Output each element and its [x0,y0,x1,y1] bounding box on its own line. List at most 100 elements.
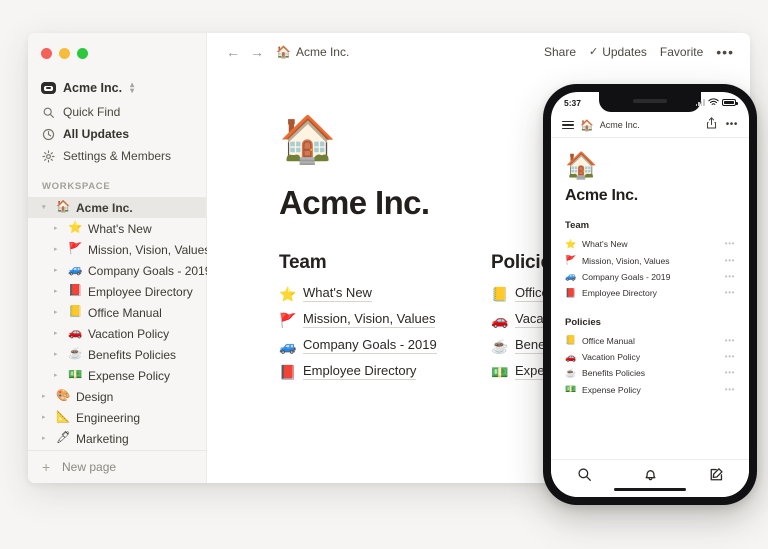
sidebar-page-design[interactable]: ▸ 🎨 Design [28,386,206,407]
page-emoji: 🚙 [279,337,297,354]
page-emoji: 🚩 [279,311,297,328]
chevron-right-icon[interactable]: ▸ [54,246,62,253]
forward-button[interactable]: → [245,45,269,59]
phone-screen: 5:37 🏠 Acme Inc. ••• 🏠 Acme Inc. Team ⭐ … [551,92,749,497]
sidebar-page-acme-inc[interactable]: ▾ 🏠 Acme Inc. [28,197,206,218]
row-more-icon[interactable]: ••• [725,369,735,377]
sidebar-section-label: WORKSPACE [42,181,111,192]
phone-page-link-employee-directory[interactable]: 📕 Employee Directory ••• [565,285,735,301]
page-emoji: 🚩 [565,255,577,266]
row-more-icon[interactable]: ••• [725,353,735,361]
phone-page-link-vacation-policy[interactable]: 🚗 Vacation Policy ••• [565,349,735,365]
chevron-right-icon[interactable]: ▸ [54,288,62,295]
row-more-icon[interactable]: ••• [725,240,735,248]
sidebar-page-mission-vision-values[interactable]: ▸ 🚩 Mission, Vision, Values [28,239,210,260]
signal-icon [695,99,705,106]
page-emoji: 📕 [68,284,83,297]
maximize-window-button[interactable] [77,48,88,59]
sidebar-item-label: Quick Find [63,105,121,119]
row-more-icon[interactable]: ••• [725,289,735,297]
page-emoji: ☕ [565,367,577,378]
sidebar-page-expense-policy[interactable]: ▸ 💵 Expense Policy [28,365,206,386]
minimize-window-button[interactable] [59,48,70,59]
workspace-name: Acme Inc. [63,81,123,95]
phone-header: 🏠 Acme Inc. ••• [551,113,749,138]
chevron-right-icon[interactable]: ▸ [54,267,62,274]
phone-page-icon-emoji[interactable]: 🏠 [565,152,735,178]
page-link-employee-directory[interactable]: 📕 Employee Directory [279,363,491,380]
new-page-button[interactable]: + New page [28,451,206,483]
share-button[interactable]: Share [544,45,576,59]
workspace-switcher[interactable]: Acme Inc. ▴ ▾ [28,78,206,98]
chevron-right-icon[interactable]: ▸ [42,435,50,442]
page-link-company-goals-2019[interactable]: 🚙 Company Goals - 2019 [279,337,491,354]
chevron-right-icon[interactable]: ▸ [42,414,50,421]
sidebar-page-employee-directory[interactable]: ▸ 📕 Employee Directory [28,281,206,302]
row-more-icon[interactable]: ••• [725,385,735,394]
chevron-right-icon[interactable]: ▸ [54,309,62,316]
sidebar-page-office-manual[interactable]: ▸ 📒 Office Manual [28,302,206,323]
phone-status-bar: 5:37 [551,92,749,113]
sidebar-item-all-updates[interactable]: All Updates [28,123,206,145]
page-emoji: 🏠 [56,200,71,213]
phone-page-link-label: Expense Policy [582,384,641,395]
bell-icon[interactable] [643,467,658,482]
phone-page-link-label: Mission, Vision, Values [582,255,670,266]
sidebar-item-quick-find[interactable]: Quick Find [28,101,206,123]
status-bar-time: 5:37 [564,97,582,108]
sidebar-page-whats-new[interactable]: ▸ ⭐ What's New [28,218,206,239]
page-emoji: 🚙 [68,263,83,276]
phone-page-link-expense-policy[interactable]: 💵 Expense Policy ••• [565,382,735,398]
page-link-whats-new[interactable]: ⭐ What's New [279,285,491,302]
sidebar-page-label: Acme Inc. [76,200,133,215]
sidebar-page-label: Vacation Policy [88,326,170,341]
row-more-icon[interactable]: ••• [725,336,735,345]
sidebar-page-tree: ▾ 🏠 Acme Inc. ▸ ⭐ What's New ▸ 🚩 Mission… [28,197,211,470]
phone-breadcrumb-title[interactable]: Acme Inc. [600,120,640,130]
chevron-down-icon[interactable]: ▾ [42,204,50,211]
phone-page-link-mission-vision-values[interactable]: 🚩 Mission, Vision, Values ••• [565,252,735,268]
page-emoji: 📕 [565,287,577,298]
sidebar-item-label: Settings & Members [63,149,172,163]
page-link-mission-vision-values[interactable]: 🚩 Mission, Vision, Values [279,311,491,328]
status-bar-indicators [695,97,738,108]
favorite-button[interactable]: Favorite [660,45,703,59]
sidebar-page-label: Office Manual [88,305,162,320]
page-link-label: What's New [303,285,372,302]
sidebar-page-label: Benefits Policies [88,347,177,362]
updates-button[interactable]: ✓ Updates [589,45,647,59]
page-emoji: 📒 [491,285,509,302]
chevron-right-icon[interactable]: ▸ [42,393,50,400]
phone-page-link-benefits-policies[interactable]: ☕ Benefits Policies ••• [565,365,735,381]
row-more-icon[interactable]: ••• [725,256,735,265]
sidebar-page-engineering[interactable]: ▸ 📐 Engineering [28,407,206,428]
sidebar-page-company-goals-2019[interactable]: ▸ 🚙 Company Goals - 2019 [28,260,211,281]
phone-page-link-office-manual[interactable]: 📒 Office Manual ••• [565,333,735,349]
sidebar-page-marketing[interactable]: ▸ 🖊 Marketing [28,428,206,449]
row-more-icon[interactable]: ••• [725,272,735,281]
phone-page-link-company-goals-2019[interactable]: 🚙 Company Goals - 2019 ••• [565,269,735,285]
sidebar-page-benefits-policies[interactable]: ▸ ☕ Benefits Policies [28,344,206,365]
sidebar-page-label: Expense Policy [88,368,171,383]
sidebar-page-vacation-policy[interactable]: ▸ 🚗 Vacation Policy [28,323,206,344]
hamburger-menu-icon[interactable] [562,120,574,130]
chevron-right-icon[interactable]: ▸ [54,225,62,232]
chevron-right-icon[interactable]: ▸ [54,351,62,358]
page-emoji: 📒 [68,305,83,318]
back-button[interactable]: ← [221,45,245,59]
page-emoji: 📒 [565,335,577,346]
page-emoji: ⭐ [279,285,297,302]
search-icon[interactable] [577,467,592,482]
chevron-right-icon[interactable]: ▸ [54,330,62,337]
share-icon[interactable] [706,116,717,134]
phone-page-link-whats-new[interactable]: ⭐ What's New ••• [565,236,735,252]
more-options-icon[interactable]: ••• [716,45,734,59]
close-window-button[interactable] [41,48,52,59]
breadcrumb[interactable]: Acme Inc. [296,45,349,59]
compose-icon[interactable] [709,467,724,482]
phone-page-link-label: Benefits Policies [582,368,646,379]
phone-page-title[interactable]: Acme Inc. [565,187,735,205]
sidebar-item-settings-members[interactable]: Settings & Members [28,145,206,167]
more-options-icon[interactable]: ••• [726,120,738,130]
chevron-right-icon[interactable]: ▸ [54,372,62,379]
